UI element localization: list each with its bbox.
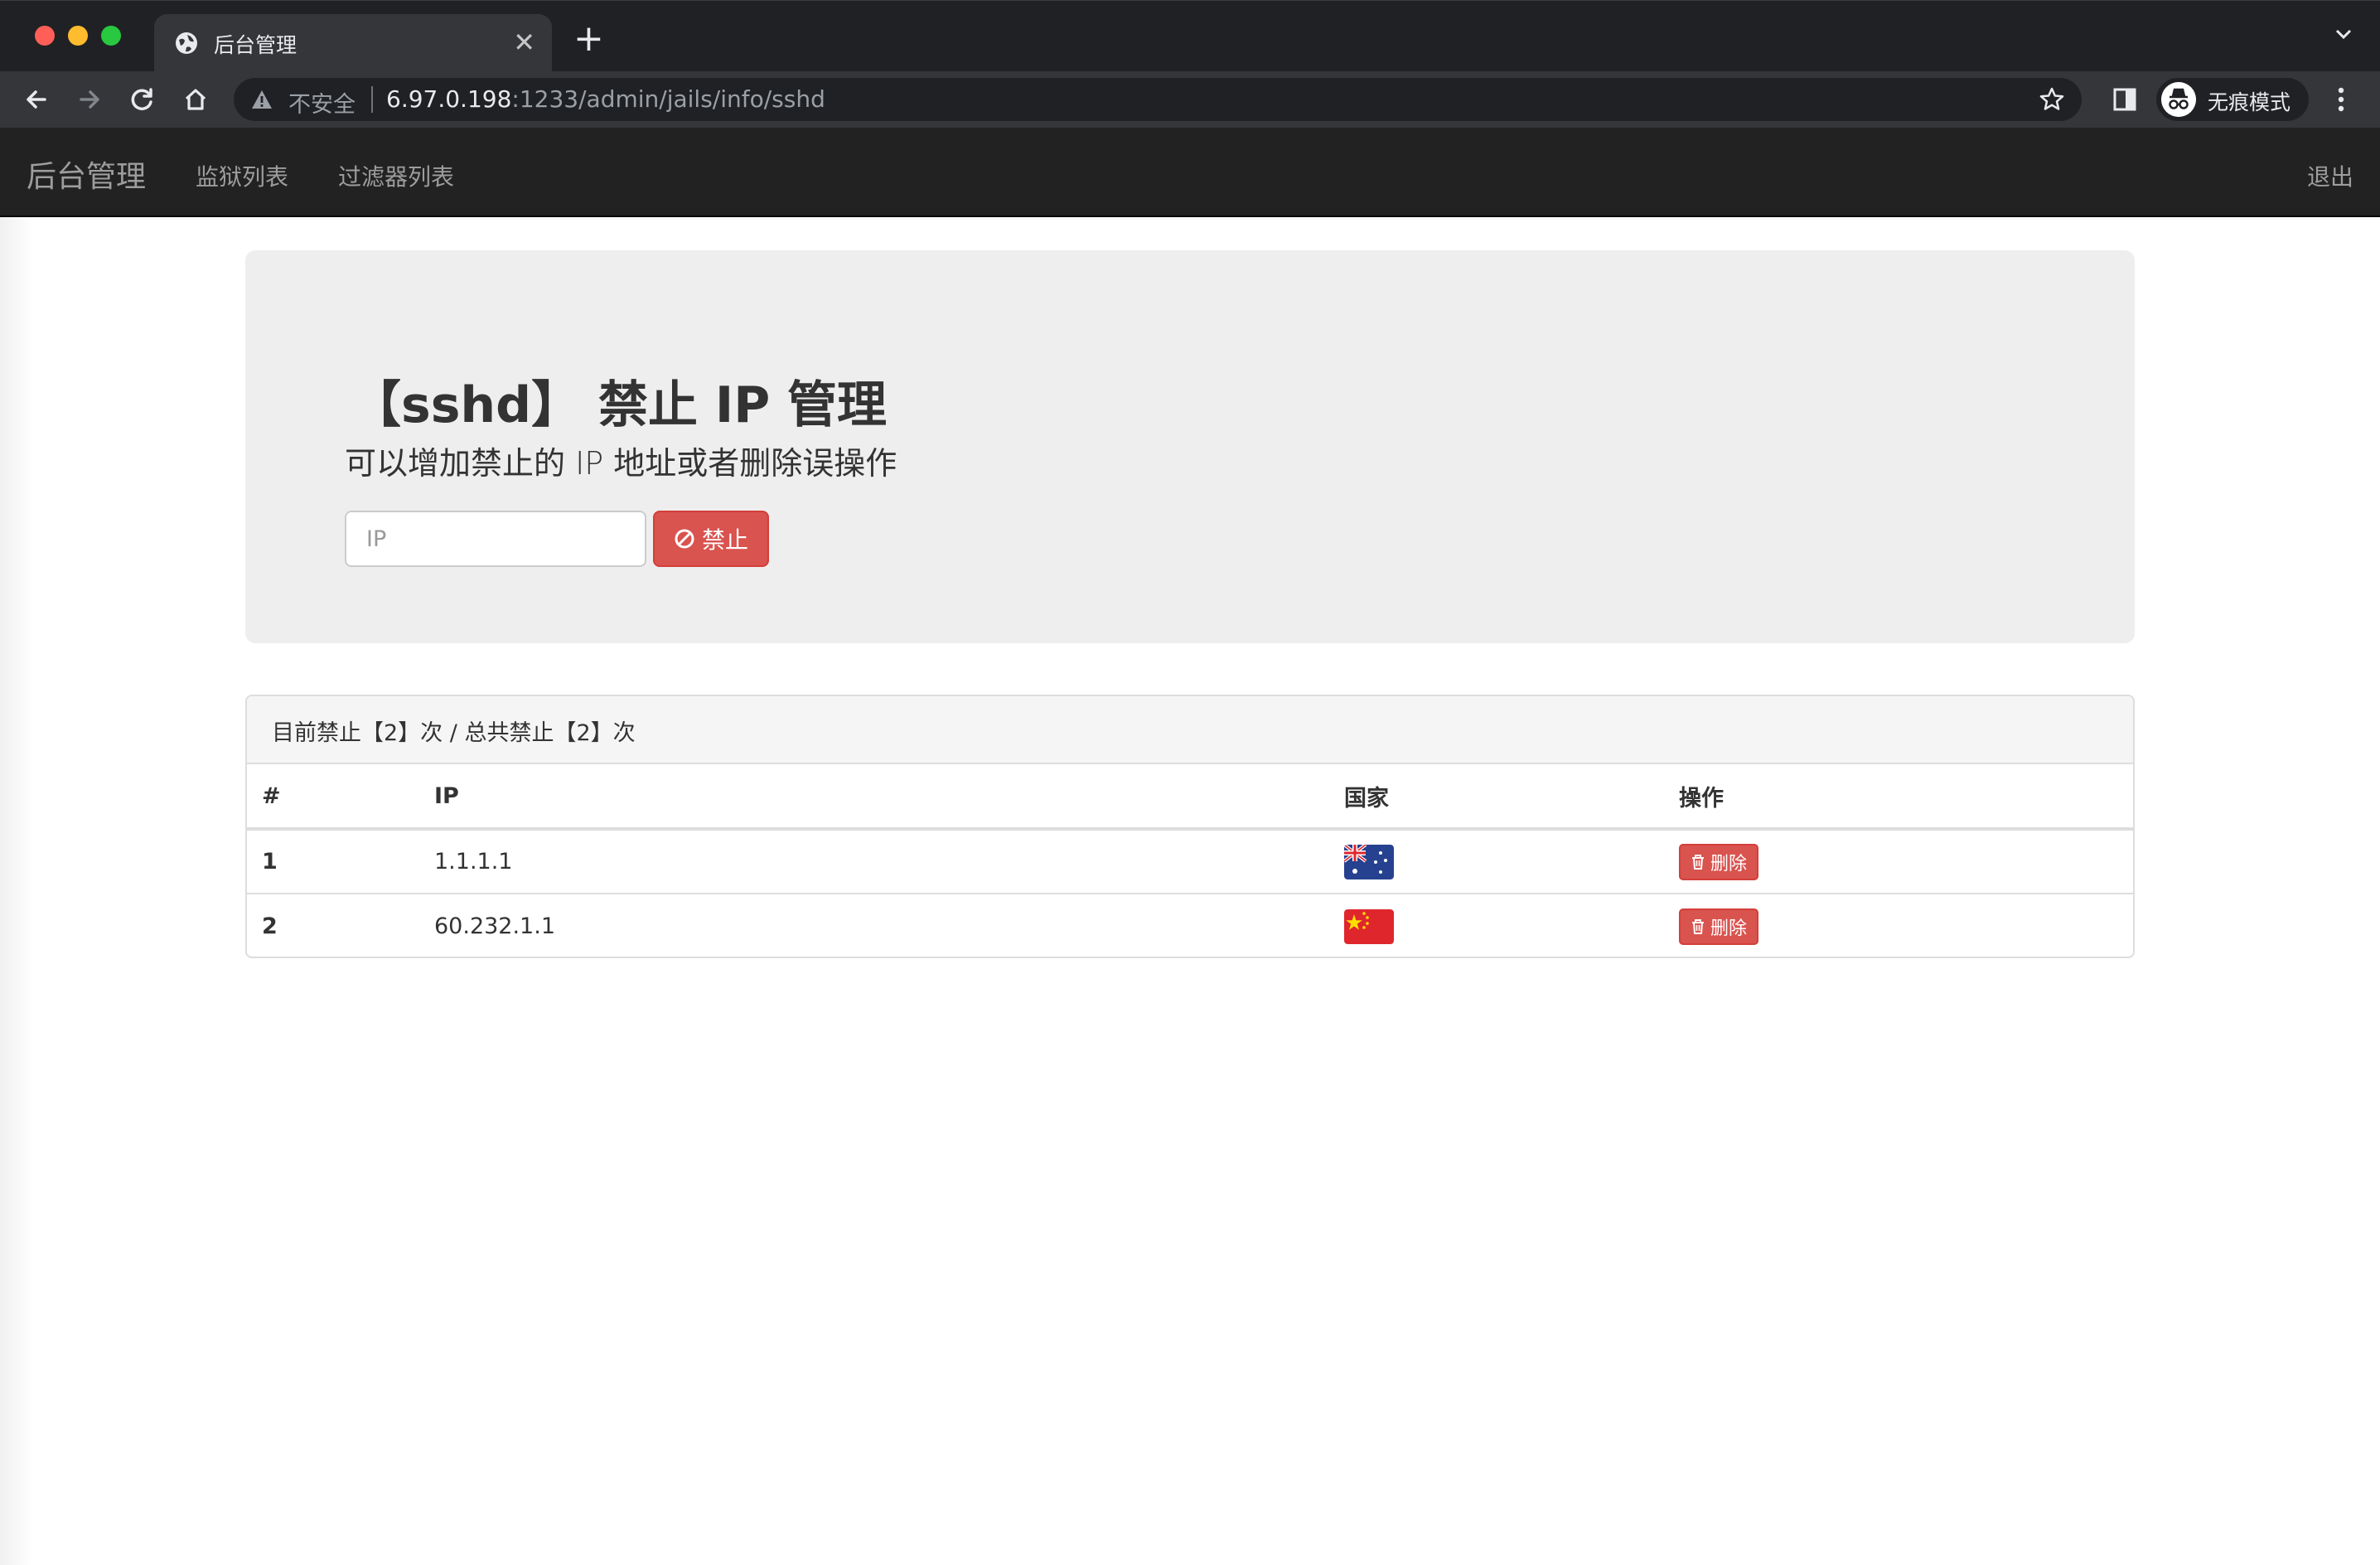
maximize-window-button[interactable] <box>101 26 121 46</box>
ban-icon <box>675 529 694 549</box>
table-header-row: # IP 国家 操作 <box>247 764 2133 831</box>
browser-tab[interactable]: 后台管理 ✕ <box>154 14 552 72</box>
page-subtitle: 可以增加禁止的 IP 地址或者删除误操作 <box>345 445 897 482</box>
home-icon[interactable] <box>181 85 210 114</box>
url-path: :1233/admin/jails/info/sshd <box>511 85 825 113</box>
bookmark-star-icon[interactable] <box>2039 86 2065 113</box>
minimize-window-button[interactable] <box>68 26 88 46</box>
row-ip: 60.232.1.1 <box>434 913 555 939</box>
delete-button[interactable]: 删除 <box>1679 908 1759 945</box>
row-number: 2 <box>262 913 278 939</box>
column-header-country: 国家 <box>1329 764 1664 831</box>
ban-count-heading: 目前禁止【2】次 / 总共禁止【2】次 <box>247 696 2133 764</box>
column-header-action: 操作 <box>1664 764 2133 831</box>
nav-link-jails[interactable]: 监狱列表 <box>196 159 288 192</box>
row-ip: 1.1.1.1 <box>419 829 1329 894</box>
banned-ip-panel: 目前禁止【2】次 / 总共禁止【2】次 # IP 国家 操作 1 1.1.1.1 <box>245 695 2135 958</box>
banned-ip-table: # IP 国家 操作 1 1.1.1.1 删除 2 60.232.1.1 删除 <box>247 764 2133 957</box>
new-tab-button[interactable]: + <box>573 21 604 57</box>
ban-button[interactable]: 禁止 <box>653 511 769 567</box>
tab-close-icon[interactable]: ✕ <box>513 27 535 57</box>
security-label[interactable]: 不安全 <box>288 86 356 119</box>
back-arrow-icon[interactable] <box>22 85 51 114</box>
close-window-button[interactable] <box>35 26 55 46</box>
incognito-profile-button[interactable]: 无痕模式 <box>2156 78 2309 121</box>
page-title: 【sshd】 禁止 IP 管理 <box>351 376 888 434</box>
incognito-label: 无痕模式 <box>2208 90 2291 114</box>
row-action: 删除 <box>1664 894 2133 957</box>
browser-tab-strip: 后台管理 ✕ + <box>0 0 2380 72</box>
navbar-brand[interactable]: 后台管理 <box>27 153 146 196</box>
logout-link[interactable]: 退出 <box>2307 159 2353 192</box>
delete-button[interactable]: 删除 <box>1679 843 1759 880</box>
column-header-ip: IP <box>419 764 1329 831</box>
table-row: 1 1.1.1.1 删除 <box>247 829 2133 894</box>
incognito-icon <box>2161 82 2196 117</box>
trash-icon <box>1692 918 1704 934</box>
address-bar[interactable]: 不安全 6.97.0.198:1233/admin/jails/info/ssh… <box>234 78 2082 121</box>
omnibox-divider <box>371 86 373 113</box>
tab-title: 后台管理 <box>214 33 298 57</box>
australia-flag-icon <box>1344 844 1394 879</box>
ban-ip-jumbotron: 【sshd】 禁止 IP 管理 可以增加禁止的 IP 地址或者删除误操作 禁止 <box>245 250 2135 643</box>
delete-button-label: 删除 <box>1710 918 1748 939</box>
side-panel-icon[interactable] <box>2112 86 2138 113</box>
url-host: 6.97.0.198 <box>386 85 512 113</box>
column-header-num: # <box>247 764 419 831</box>
trash-icon <box>1692 854 1704 870</box>
ip-input[interactable] <box>345 511 646 567</box>
reload-icon[interactable] <box>128 85 157 114</box>
url-text[interactable]: 6.97.0.198:1233/admin/jails/info/sshd <box>386 85 825 113</box>
page-content: 后台管理 监狱列表 过滤器列表 退出 【sshd】 禁止 IP 管理 可以增加禁… <box>0 128 2380 1565</box>
row-number: 1 <box>247 829 419 894</box>
china-flag-icon <box>1344 908 1394 944</box>
left-shadow <box>0 128 33 1565</box>
row-country <box>1329 894 1664 957</box>
top-navbar: 后台管理 监狱列表 过滤器列表 退出 <box>0 128 2380 217</box>
row-action: 删除 <box>1664 829 2133 894</box>
row-country <box>1329 829 1664 894</box>
browser-toolbar: 不安全 6.97.0.198:1233/admin/jails/info/ssh… <box>0 71 2380 128</box>
warning-icon[interactable] <box>250 88 273 111</box>
chevron-down-icon[interactable] <box>2332 22 2355 46</box>
more-menu-icon[interactable] <box>2335 85 2347 114</box>
globe-icon <box>176 32 197 54</box>
forward-arrow-icon[interactable] <box>75 85 104 114</box>
delete-button-label: 删除 <box>1710 853 1748 875</box>
table-row: 2 60.232.1.1 删除 <box>247 894 2133 957</box>
nav-link-filters[interactable]: 过滤器列表 <box>338 159 454 192</box>
ban-button-label: 禁止 <box>701 526 748 554</box>
